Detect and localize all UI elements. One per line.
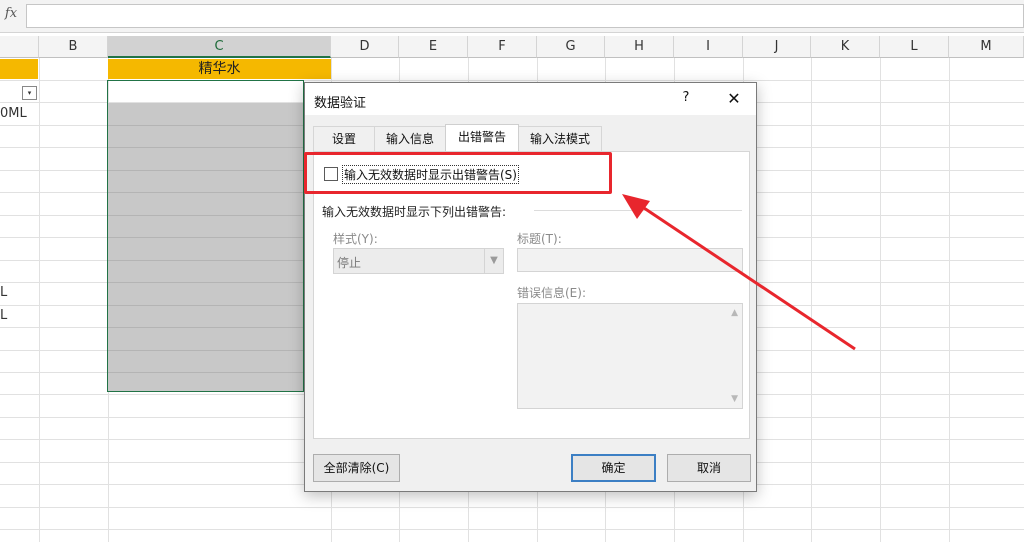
column-header-m[interactable]: M: [949, 36, 1024, 58]
style-select-value: 停止: [337, 256, 362, 270]
column-header-g[interactable]: G: [537, 36, 605, 58]
ok-button[interactable]: 确定: [571, 454, 656, 482]
dialog-title: 数据验证: [314, 96, 367, 111]
show-error-checkbox-label[interactable]: 输入无效数据时显示出错警告(S): [342, 165, 519, 184]
dialog-titlebar[interactable]: 数据验证 ? ✕: [305, 83, 756, 115]
column-header-c[interactable]: C: [108, 36, 331, 58]
cell-a-value[interactable]: 0ML: [0, 106, 27, 121]
selection-range-border: [107, 80, 304, 392]
grid-line: [0, 529, 1024, 530]
grid-line: [39, 58, 40, 542]
scroll-down-icon[interactable]: ▼: [731, 394, 738, 404]
show-error-checkbox[interactable]: [324, 167, 338, 181]
error-message-textarea[interactable]: ▲ ▼: [517, 303, 743, 409]
column-header-j[interactable]: J: [743, 36, 811, 58]
column-header-l[interactable]: L: [880, 36, 949, 58]
column-header-k[interactable]: K: [811, 36, 880, 58]
data-validation-dialog: 数据验证 ? ✕ 设置 输入信息 出错警告 输入法模式 输入无效数据时显示出错警…: [304, 82, 757, 492]
column-header-b[interactable]: B: [39, 36, 108, 58]
cell-a-value[interactable]: L: [0, 308, 7, 323]
filter-dropdown-icon[interactable]: ▾: [22, 86, 37, 100]
grid-line: [811, 58, 812, 542]
style-label: 样式(Y):: [333, 232, 378, 246]
clear-all-button[interactable]: 全部清除(C): [313, 454, 400, 482]
cancel-button[interactable]: 取消: [667, 454, 751, 482]
column-header-h[interactable]: H: [605, 36, 674, 58]
fx-icon[interactable]: fx: [0, 6, 22, 21]
grid-line: [880, 58, 881, 542]
column-header-i[interactable]: I: [674, 36, 743, 58]
header-cell-c[interactable]: 精华水: [108, 59, 331, 79]
scroll-up-icon[interactable]: ▲: [731, 308, 738, 318]
tab-settings[interactable]: 设置: [313, 126, 375, 151]
tab-error-alert[interactable]: 出错警告: [445, 124, 519, 151]
close-button[interactable]: ✕: [723, 88, 745, 110]
title-label: 标题(T):: [517, 232, 562, 246]
formula-input[interactable]: [26, 4, 1024, 28]
column-header-d[interactable]: D: [331, 36, 399, 58]
column-header-a[interactable]: [0, 36, 39, 58]
chevron-down-icon[interactable]: ▼: [484, 249, 503, 273]
formula-bar: fx: [0, 0, 1024, 33]
style-select[interactable]: 停止 ▼: [333, 248, 504, 274]
grid-line: [0, 507, 1024, 508]
column-header-f[interactable]: F: [468, 36, 537, 58]
error-alert-group-heading: 输入无效数据时显示下列出错警告:: [322, 205, 507, 219]
title-input[interactable]: [517, 248, 743, 272]
help-button[interactable]: ?: [678, 90, 694, 108]
header-cell-a[interactable]: ▾: [0, 59, 38, 100]
error-alert-panel: 输入无效数据时显示出错警告(S) 输入无效数据时显示下列出错警告: 样式(Y):…: [304, 151, 750, 439]
error-message-label: 错误信息(E):: [517, 286, 586, 300]
cell-a-value[interactable]: L: [0, 285, 7, 300]
group-divider: [534, 210, 742, 211]
column-header-e[interactable]: E: [399, 36, 468, 58]
grid-line: [949, 58, 950, 542]
tab-ime-mode[interactable]: 输入法模式: [518, 126, 602, 151]
tab-input-message[interactable]: 输入信息: [374, 126, 446, 151]
